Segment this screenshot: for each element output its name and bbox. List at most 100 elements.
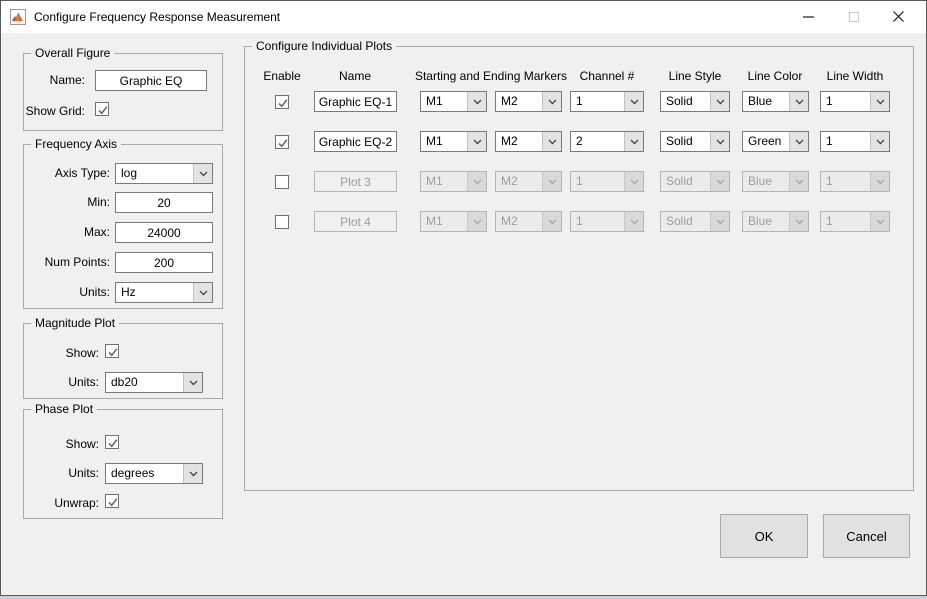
check-icon xyxy=(276,136,290,150)
line-color-value: Green xyxy=(748,132,781,151)
line-style-dropdown[interactable]: Solid xyxy=(660,171,730,192)
units-label: Units: xyxy=(24,466,99,480)
marker-end-dropdown[interactable]: M2 xyxy=(495,211,562,232)
max-field[interactable] xyxy=(115,222,213,243)
window-title: Configure Frequency Response Measurement xyxy=(34,10,280,24)
channel-dropdown[interactable]: 1 xyxy=(570,211,644,232)
line-width-value: 1 xyxy=(826,172,833,191)
chevron-down-icon xyxy=(870,92,889,111)
channel-dropdown[interactable]: 2 xyxy=(570,131,644,152)
frequency-units-dropdown[interactable]: Hz xyxy=(115,282,213,303)
channel-value: 1 xyxy=(576,212,583,231)
line-color-dropdown[interactable]: Green xyxy=(742,131,809,152)
show-grid-checkbox[interactable] xyxy=(95,102,109,116)
line-style-dropdown[interactable]: Solid xyxy=(660,211,730,232)
check-icon xyxy=(106,495,120,509)
column-header-line-color: Line Color xyxy=(748,69,803,83)
unwrap-label: Unwrap: xyxy=(24,496,99,510)
marker-start-dropdown[interactable]: M1 xyxy=(420,171,487,192)
ok-button[interactable]: OK xyxy=(720,514,808,558)
chevron-down-icon xyxy=(870,212,889,231)
plot-name-field[interactable] xyxy=(314,211,397,232)
line-width-dropdown[interactable]: 1 xyxy=(820,211,890,232)
minimize-button[interactable] xyxy=(786,1,831,32)
max-label: Max: xyxy=(24,225,110,239)
plot-row-2: M1 M2 2 Solid Green xyxy=(245,131,913,153)
group-legend: Overall Figure xyxy=(31,46,114,61)
marker-end-dropdown[interactable]: M2 xyxy=(495,91,562,112)
axis-type-dropdown[interactable]: log xyxy=(115,163,213,184)
line-style-dropdown[interactable]: Solid xyxy=(660,91,730,112)
marker-start-dropdown[interactable]: M1 xyxy=(420,211,487,232)
enable-checkbox[interactable] xyxy=(275,175,289,189)
dialog-window: Configure Frequency Response Measurement… xyxy=(0,0,927,596)
name-label: Name: xyxy=(24,73,85,87)
magnitude-show-checkbox[interactable] xyxy=(105,344,119,358)
phase-show-checkbox[interactable] xyxy=(105,435,119,449)
min-field[interactable] xyxy=(115,192,213,213)
num-points-field[interactable] xyxy=(115,252,213,273)
group-legend: Magnitude Plot xyxy=(31,316,119,331)
check-icon xyxy=(96,103,110,117)
chevron-down-icon xyxy=(467,92,486,111)
marker-start-value: M1 xyxy=(426,92,443,111)
marker-end-dropdown[interactable]: M2 xyxy=(495,171,562,192)
line-width-dropdown[interactable]: 1 xyxy=(820,131,890,152)
chevron-down-icon xyxy=(193,283,212,302)
maximize-button[interactable] xyxy=(831,1,876,32)
chevron-down-icon xyxy=(710,132,729,151)
group-phase-plot: Phase Plot Show: Units: degrees Unwrap: xyxy=(23,409,223,519)
plot-name-field[interactable] xyxy=(314,91,397,112)
group-configure-individual-plots: Configure Individual Plots Enable Name S… xyxy=(244,46,914,491)
column-header-line-width: Line Width xyxy=(827,69,884,83)
chevron-down-icon xyxy=(710,212,729,231)
line-color-dropdown[interactable]: Blue xyxy=(742,211,809,232)
show-grid-label: Show Grid: xyxy=(24,104,85,118)
channel-value: 1 xyxy=(576,92,583,111)
line-width-dropdown[interactable]: 1 xyxy=(820,171,890,192)
chevron-down-icon xyxy=(542,132,561,151)
cancel-button[interactable]: Cancel xyxy=(823,514,910,558)
marker-end-value: M2 xyxy=(501,92,518,111)
group-overall-figure: Overall Figure Name: Show Grid: xyxy=(23,53,223,131)
column-header-name: Name xyxy=(339,69,371,83)
marker-start-value: M1 xyxy=(426,132,443,151)
group-magnitude-plot: Magnitude Plot Show: Units: db20 xyxy=(23,323,223,399)
marker-end-dropdown[interactable]: M2 xyxy=(495,131,562,152)
plot-row-3: M1 M2 1 Solid Blue xyxy=(245,171,913,193)
line-style-dropdown[interactable]: Solid xyxy=(660,131,730,152)
close-button[interactable] xyxy=(876,1,921,32)
chevron-down-icon xyxy=(467,132,486,151)
line-color-value: Blue xyxy=(748,92,772,111)
check-icon xyxy=(276,96,290,110)
line-style-value: Solid xyxy=(666,132,693,151)
magnitude-units-dropdown[interactable]: db20 xyxy=(105,372,203,393)
enable-checkbox[interactable] xyxy=(275,215,289,229)
axis-type-value: log xyxy=(121,164,137,183)
group-legend: Configure Individual Plots xyxy=(252,39,396,54)
line-color-dropdown[interactable]: Blue xyxy=(742,171,809,192)
show-label: Show: xyxy=(24,437,99,451)
channel-dropdown[interactable]: 1 xyxy=(570,91,644,112)
phase-units-dropdown[interactable]: degrees xyxy=(105,463,203,484)
maximize-icon xyxy=(849,12,859,22)
plot-name-field[interactable] xyxy=(314,171,397,192)
channel-dropdown[interactable]: 1 xyxy=(570,171,644,192)
chevron-down-icon xyxy=(183,464,202,483)
chevron-down-icon xyxy=(542,212,561,231)
unwrap-checkbox[interactable] xyxy=(105,494,119,508)
enable-checkbox[interactable] xyxy=(275,95,289,109)
chevron-down-icon xyxy=(467,172,486,191)
marker-end-value: M2 xyxy=(501,212,518,231)
group-legend: Frequency Axis xyxy=(31,137,121,152)
figure-name-field[interactable] xyxy=(95,70,207,91)
line-width-value: 1 xyxy=(826,212,833,231)
chevron-down-icon xyxy=(710,172,729,191)
chevron-down-icon xyxy=(624,132,643,151)
marker-start-dropdown[interactable]: M1 xyxy=(420,91,487,112)
plot-name-field[interactable] xyxy=(314,131,397,152)
line-width-dropdown[interactable]: 1 xyxy=(820,91,890,112)
marker-start-dropdown[interactable]: M1 xyxy=(420,131,487,152)
enable-checkbox[interactable] xyxy=(275,135,289,149)
line-color-dropdown[interactable]: Blue xyxy=(742,91,809,112)
